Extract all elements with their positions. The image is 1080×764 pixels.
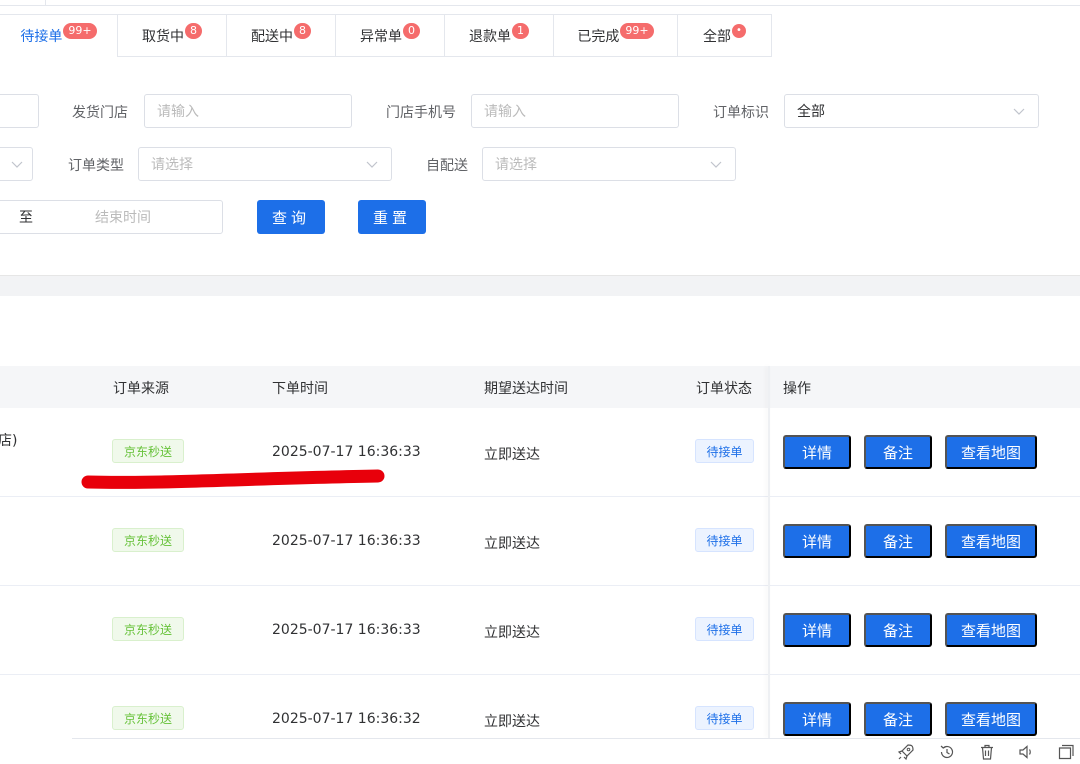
tab-delivering[interactable]: 配送中 8: [227, 15, 336, 57]
col-order-source: 订单来源: [113, 381, 169, 397]
tab-badge: 99+: [63, 23, 97, 39]
chevron-down-icon: [710, 161, 722, 168]
table-row: 京东秒送 2025-07-17 16:36:33 立即送达 待接单 详情 备注 …: [0, 497, 1080, 586]
date-range-input[interactable]: 至 结束时间: [0, 200, 223, 234]
status-tag: 待接单: [695, 439, 754, 463]
self-delivery-label: 自配送: [426, 158, 468, 174]
partial-select[interactable]: [0, 147, 33, 181]
order-type-placeholder: 请选择: [151, 157, 193, 173]
tab-badge: 1: [512, 23, 529, 39]
store-phone-placeholder: 请输入: [484, 104, 526, 120]
chevron-down-icon: [366, 161, 378, 168]
tab-exception[interactable]: 异常单 0: [336, 15, 445, 57]
tab-completed[interactable]: 已完成 99+: [554, 15, 678, 57]
detail-button[interactable]: 详情: [783, 702, 851, 736]
col-order-time: 下单时间: [272, 381, 328, 397]
self-delivery-placeholder: 请选择: [495, 157, 537, 173]
top-edge: [0, 0, 1080, 6]
section-divider: [0, 275, 1080, 296]
tab-label: 全部: [703, 29, 731, 45]
source-tag: 京东秒送: [112, 617, 184, 641]
detail-button[interactable]: 详情: [783, 613, 851, 647]
partial-input[interactable]: [0, 94, 39, 128]
tab-label: 待接单: [20, 29, 63, 45]
remark-button[interactable]: 备注: [864, 613, 932, 647]
order-time: 2025-07-17 16:36:32: [272, 711, 421, 727]
bottom-toolbar: [72, 738, 1080, 764]
remark-button[interactable]: 备注: [864, 435, 932, 469]
tab-label: 异常单: [360, 29, 402, 45]
order-time: 2025-07-17 16:36:33: [272, 622, 421, 638]
tab-label: 配送中: [251, 29, 293, 45]
tab-badge: 99+: [620, 23, 654, 39]
view-map-button[interactable]: 查看地图: [945, 524, 1037, 558]
red-annotation-stroke: [81, 469, 385, 489]
tab-label: 取货中: [142, 29, 184, 45]
view-map-button[interactable]: 查看地图: [945, 702, 1037, 736]
col-actions: 操作: [783, 381, 811, 397]
speaker-icon[interactable]: [1017, 743, 1035, 761]
ship-store-input[interactable]: 请输入: [144, 94, 352, 128]
tab-pending[interactable]: 待接单 99+: [0, 15, 118, 57]
chevron-down-icon: [1013, 108, 1025, 115]
expected-time: 立即送达: [484, 714, 540, 730]
tab-badge: 8: [185, 23, 202, 39]
tab-label: 退款单: [469, 29, 511, 45]
detail-button[interactable]: 详情: [783, 435, 851, 469]
status-tag: 待接单: [695, 706, 754, 730]
self-delivery-select[interactable]: 请选择: [482, 147, 736, 181]
source-tag: 京东秒送: [112, 439, 184, 463]
tab-refund[interactable]: 退款单 1: [445, 15, 554, 57]
view-map-button[interactable]: 查看地图: [945, 435, 1037, 469]
order-flag-select[interactable]: 全部: [784, 94, 1039, 128]
view-map-button[interactable]: 查看地图: [945, 613, 1037, 647]
table-row: 京东秒送 2025-07-17 16:36:33 立即送达 待接单 详情 备注 …: [0, 586, 1080, 675]
status-tag: 待接单: [695, 528, 754, 552]
tab-picking[interactable]: 取货中 8: [118, 15, 227, 57]
store-phone-input[interactable]: 请输入: [471, 94, 679, 128]
trash-icon[interactable]: [978, 743, 996, 761]
source-tag: 京东秒送: [112, 528, 184, 552]
store-phone-label: 门店手机号: [386, 105, 456, 121]
end-time-placeholder: 结束时间: [95, 210, 151, 226]
source-tag: 京东秒送: [112, 706, 184, 730]
rocket-icon[interactable]: [897, 743, 915, 761]
filter-panel: 发货门店 请输入 门店手机号 请输入 订单标识 全部 订单类型 请选择 自配送 …: [0, 58, 1080, 275]
table-header: 订单来源 下单时间 期望送达时间 订单状态 操作: [0, 366, 1080, 408]
remark-button[interactable]: 备注: [864, 702, 932, 736]
col-expected-time: 期望送达时间: [484, 381, 568, 397]
detail-button[interactable]: 详情: [783, 524, 851, 558]
partial-cell: 店): [0, 433, 18, 449]
ship-store-placeholder: 请输入: [157, 104, 199, 120]
tab-badge: •: [732, 24, 746, 38]
tab-badge: 0: [403, 23, 420, 39]
order-status-tabs: 待接单 99+ 取货中 8 配送中 8 异常单 0 退款单 1 已完成 99+ 全部 •: [0, 14, 772, 57]
remark-button[interactable]: 备注: [864, 524, 932, 558]
expected-time: 立即送达: [484, 447, 540, 463]
status-tag: 待接单: [695, 617, 754, 641]
tab-all[interactable]: 全部 •: [678, 15, 772, 57]
chevron-down-icon: [11, 161, 23, 168]
order-type-label: 订单类型: [68, 158, 124, 174]
ship-store-label: 发货门店: [72, 105, 128, 121]
query-button[interactable]: 查询: [257, 200, 325, 234]
history-icon[interactable]: [938, 743, 956, 761]
order-flag-value: 全部: [797, 104, 825, 120]
tab-badge: 8: [294, 23, 311, 39]
expected-time: 立即送达: [484, 625, 540, 641]
order-flag-label: 订单标识: [713, 105, 769, 121]
expected-time: 立即送达: [484, 536, 540, 552]
fixed-column-divider: [768, 366, 770, 738]
tab-label: 已完成: [577, 29, 620, 45]
window-icon[interactable]: [1057, 743, 1075, 761]
order-time: 2025-07-17 16:36:33: [272, 444, 421, 460]
date-range-separator: 至: [19, 210, 33, 226]
reset-button[interactable]: 重置: [358, 200, 426, 234]
order-time: 2025-07-17 16:36:33: [272, 533, 421, 549]
col-order-status: 订单状态: [696, 381, 752, 397]
order-type-select[interactable]: 请选择: [138, 147, 392, 181]
